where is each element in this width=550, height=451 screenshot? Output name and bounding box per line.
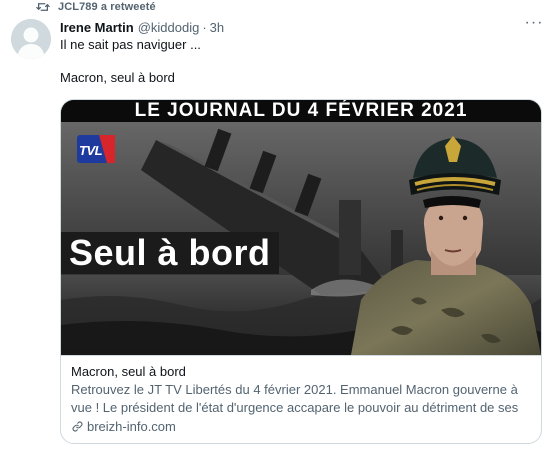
tweet-text-line: Macron, seul à bord bbox=[60, 70, 175, 85]
tvl-logo-text: TVL bbox=[79, 143, 103, 158]
tweet-text-line: Il ne sait pas naviguer ... bbox=[60, 37, 201, 52]
display-name[interactable]: Irene Martin bbox=[60, 20, 134, 35]
tweet-text: Il ne sait pas naviguer ... Macron, seul… bbox=[60, 36, 201, 86]
link-preview-card[interactable]: LE JOURNAL DU 4 FÉVRIER 2021 TVL Seul à … bbox=[60, 99, 542, 444]
user-handle[interactable]: @kiddodig bbox=[138, 20, 200, 35]
tweet-timestamp[interactable]: 3h bbox=[210, 20, 224, 35]
retweet-icon bbox=[36, 3, 50, 11]
retweet-context[interactable]: JCL789 a retweeté bbox=[36, 0, 156, 14]
default-avatar-icon bbox=[11, 19, 51, 59]
card-description: Retrouvez le JT TV Libertés du 4 février… bbox=[71, 382, 519, 415]
card-domain-text: breizh-info.com bbox=[87, 419, 176, 434]
card-image-artwork bbox=[61, 100, 541, 355]
avatar[interactable] bbox=[11, 19, 51, 59]
card-domain: breizh-info.com bbox=[71, 418, 531, 435]
retweet-label: JCL789 a retweeté bbox=[58, 1, 156, 13]
link-icon bbox=[72, 421, 83, 432]
card-title: Macron, seul à bord bbox=[71, 364, 186, 379]
card-image[interactable]: LE JOURNAL DU 4 FÉVRIER 2021 TVL Seul à … bbox=[61, 100, 541, 355]
card-image-headline: Seul à bord bbox=[61, 232, 279, 274]
tweet-header: Irene Martin @kiddodig · 3h bbox=[60, 18, 540, 36]
card-image-banner: LE JOURNAL DU 4 FÉVRIER 2021 bbox=[61, 100, 541, 122]
more-options-icon[interactable]: ··· bbox=[524, 15, 544, 34]
card-details[interactable]: Macron, seul à bord Retrouvez le JT TV L… bbox=[61, 355, 541, 443]
separator-dot: · bbox=[202, 19, 207, 35]
